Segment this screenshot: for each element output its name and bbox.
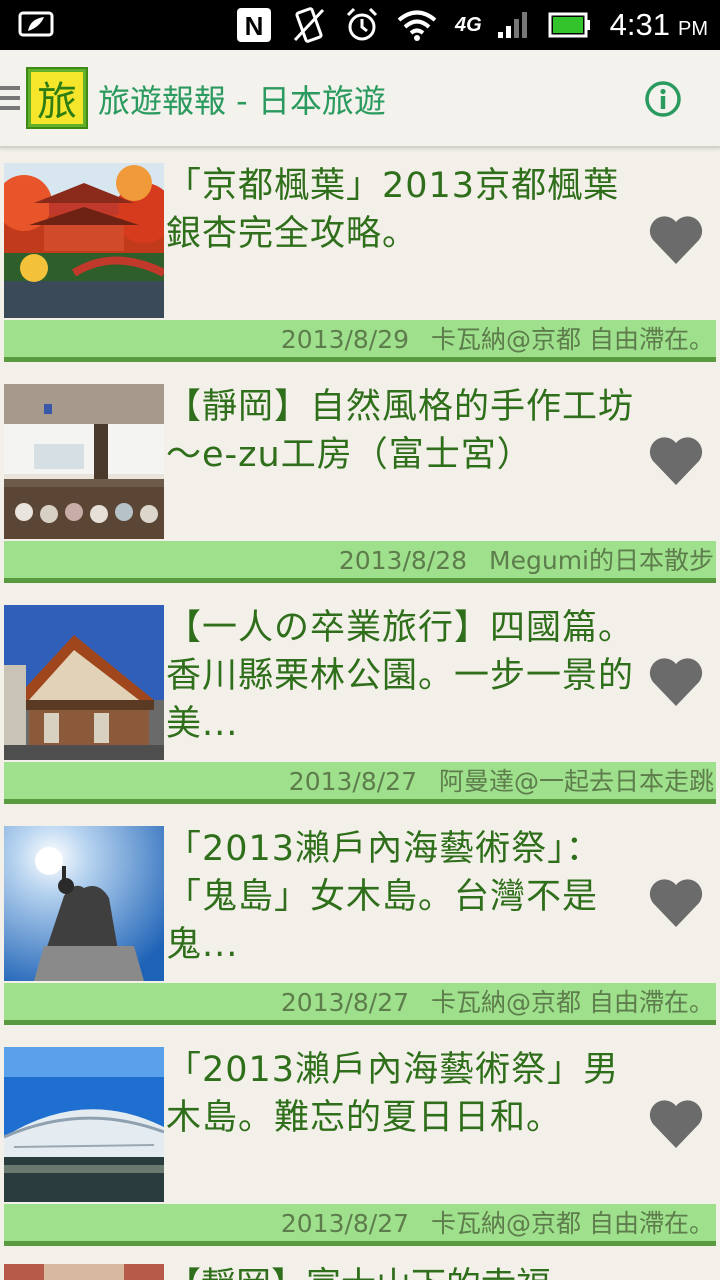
article-title: 「2013瀨戶內海藝術祭」：「鬼島」女木島。台灣不是鬼... <box>166 829 602 965</box>
article-thumbnail <box>4 163 164 318</box>
status-bar: N 4G 4:31 PM <box>0 0 720 50</box>
article-author: 卡瓦納@京都 自由滯在。 <box>431 988 714 1017</box>
article-meta: 2013/8/27 阿曼達@一起去日本走跳 <box>4 762 716 804</box>
article-item[interactable]: 【一人の卒業旅行】四國篇。香川縣栗林公園。一步一景的美... 2013/8/27… <box>0 590 720 811</box>
article-date: 2013/8/28 <box>338 546 468 575</box>
app-bar: 旅 旅遊報報 - 日本旅遊 <box>0 50 720 148</box>
article-date: 2013/8/27 <box>288 767 417 796</box>
article-title: 【靜岡】自然風格的手作工坊～e-zu工房（富士宮） <box>166 387 635 475</box>
article-author: 卡瓦納@京都 自由滯在。 <box>431 325 714 354</box>
signal-icon <box>496 10 530 40</box>
article-author: 阿曼達@一起去日本走跳 <box>438 767 714 796</box>
article-thumbnail <box>4 384 164 539</box>
battery-icon <box>548 12 592 38</box>
clock-ampm: PM <box>678 17 708 40</box>
network-type: 4G <box>454 13 482 36</box>
svg-text:N: N <box>245 11 264 41</box>
article-meta: 2013/8/27 卡瓦納@京都 自由滯在。 <box>4 1204 716 1246</box>
app-title: 旅遊報報 - 日本旅遊 <box>98 82 386 120</box>
wifi-icon <box>397 9 437 41</box>
article-date: 2013/8/29 <box>280 325 410 354</box>
article-meta: 2013/8/27 卡瓦納@京都 自由滯在。 <box>4 983 716 1025</box>
article-item[interactable]: 「2013瀨戶內海藝術祭」男木島。難忘的夏日日和。 2013/8/27 卡瓦納@京… <box>0 1032 720 1253</box>
screenshot-icon <box>18 9 54 43</box>
article-thumbnail <box>4 826 164 981</box>
favorite-heart-icon[interactable] <box>648 214 704 266</box>
article-title-partial[interactable]: 【靜岡】富士山下的幸福 <box>166 1262 551 1280</box>
article-thumbnail <box>4 605 164 760</box>
article-date: 2013/8/27 <box>280 988 410 1017</box>
article-list: 「京都楓葉」2013京都楓葉銀杏完全攻略。 2013/8/29 卡瓦納@京都 自由… <box>0 148 720 1253</box>
alarm-icon <box>345 6 379 44</box>
article-meta: 2013/8/28 Megumi的日本散步 <box>4 541 716 583</box>
article-title: 「京都楓葉」2013京都楓葉銀杏完全攻略。 <box>166 166 620 254</box>
article-thumbnail-partial <box>4 1264 164 1280</box>
article-item[interactable]: 「京都楓葉」2013京都楓葉銀杏完全攻略。 2013/8/29 卡瓦納@京都 自由… <box>0 148 720 369</box>
favorite-heart-icon[interactable] <box>648 656 704 708</box>
clock-time: 4:31 <box>609 7 670 42</box>
vibrate-icon <box>291 6 327 44</box>
article-author: Megumi的日本散步 <box>489 546 714 575</box>
favorite-heart-icon[interactable] <box>648 435 704 487</box>
info-icon[interactable] <box>644 80 682 118</box>
app-logo[interactable]: 旅 <box>26 67 88 129</box>
article-thumbnail <box>4 1047 164 1202</box>
article-item[interactable]: 「2013瀨戶內海藝術祭」：「鬼島」女木島。台灣不是鬼... 2013/8/27… <box>0 811 720 1032</box>
article-item[interactable]: 【靜岡】自然風格的手作工坊～e-zu工房（富士宮） 2013/8/28 Megum… <box>0 369 720 590</box>
favorite-heart-icon[interactable] <box>648 877 704 929</box>
article-date: 2013/8/27 <box>280 1209 410 1238</box>
article-title: 「2013瀨戶內海藝術祭」男木島。難忘的夏日日和。 <box>166 1050 620 1138</box>
drawer-menu-icon[interactable] <box>0 86 20 114</box>
article-author: 卡瓦納@京都 自由滯在。 <box>431 1209 714 1238</box>
article-title: 【一人の卒業旅行】四國篇。香川縣栗林公園。一步一景的美... <box>166 608 635 744</box>
article-meta: 2013/8/29 卡瓦納@京都 自由滯在。 <box>4 320 716 362</box>
app-logo-char: 旅 <box>31 72 83 125</box>
favorite-heart-icon[interactable] <box>648 1098 704 1150</box>
nfc-icon: N <box>235 6 273 44</box>
